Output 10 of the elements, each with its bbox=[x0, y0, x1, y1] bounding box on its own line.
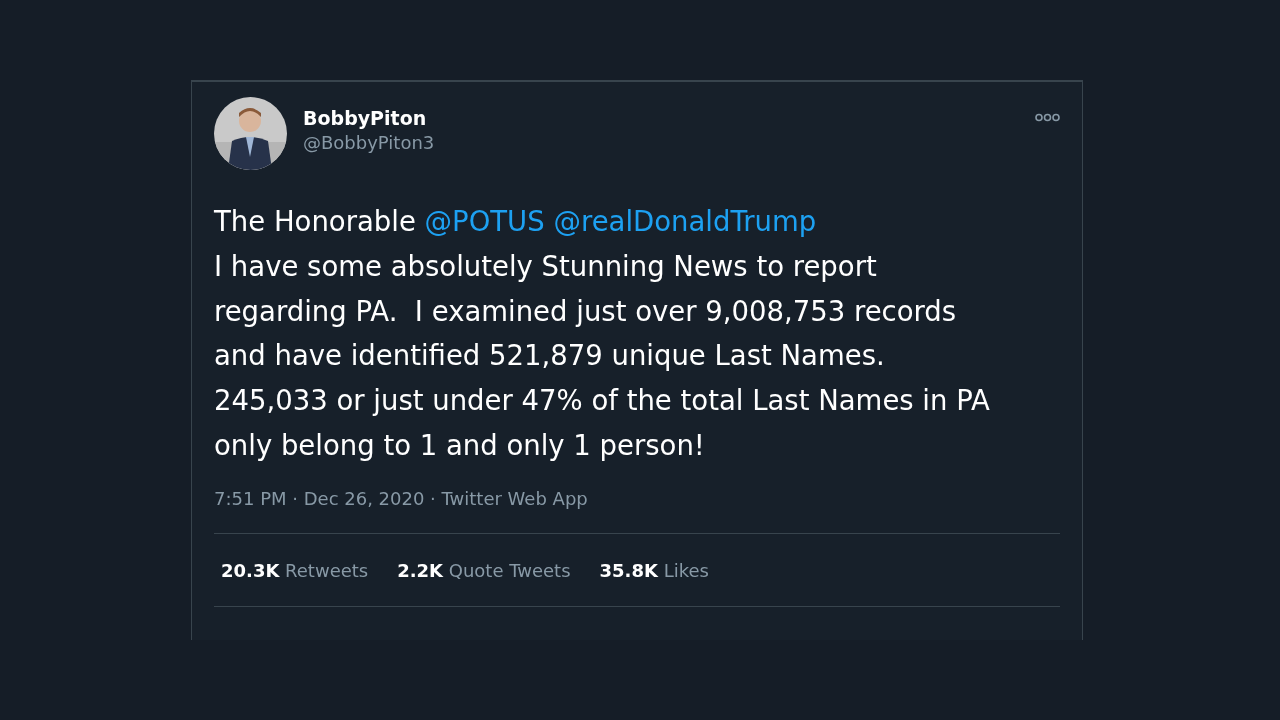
user-handle[interactable]: @BobbyPiton3 bbox=[303, 131, 435, 155]
stat-link[interactable]: 35.8K Likes bbox=[599, 556, 709, 584]
user-name[interactable]: BobbyPiton bbox=[303, 105, 435, 131]
more-options-icon[interactable] bbox=[1035, 113, 1060, 122]
stat-link[interactable]: 2.2K Quote Tweets bbox=[397, 556, 571, 584]
mention-link[interactable]: @realDonaldTrump bbox=[553, 205, 817, 237]
mention-link[interactable]: @POTUS bbox=[424, 205, 545, 237]
tweet-timestamp[interactable]: 7:51 PM · Dec 26, 2020 · Twitter Web App bbox=[214, 484, 1060, 534]
tweet-text: The Honorable @POTUS @realDonaldTrump I have some absolutely Stunning News to report regarding PA. I examined just over 9,008,753 records and have identified 521,879 unique Last Names. 245,033 or just under 47% of the total Last Names in PA only belong to 1 and only 1 person! bbox=[214, 204, 991, 463]
stat-link[interactable]: 20.3K Retweets bbox=[221, 556, 369, 584]
